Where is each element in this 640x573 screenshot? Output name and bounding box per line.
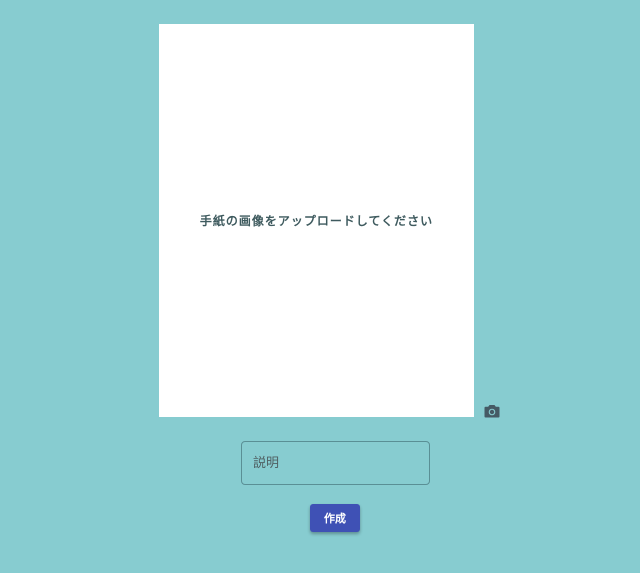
letter-create-page: 手紙の画像をアップロードしてください 作成 — [0, 0, 640, 573]
upload-prompt-text: 手紙の画像をアップロードしてください — [199, 214, 434, 228]
camera-icon — [484, 405, 500, 418]
description-input[interactable] — [241, 441, 430, 485]
image-upload-area[interactable]: 手紙の画像をアップロードしてください — [159, 24, 474, 417]
create-button[interactable]: 作成 — [310, 504, 360, 532]
camera-button[interactable] — [483, 403, 501, 419]
